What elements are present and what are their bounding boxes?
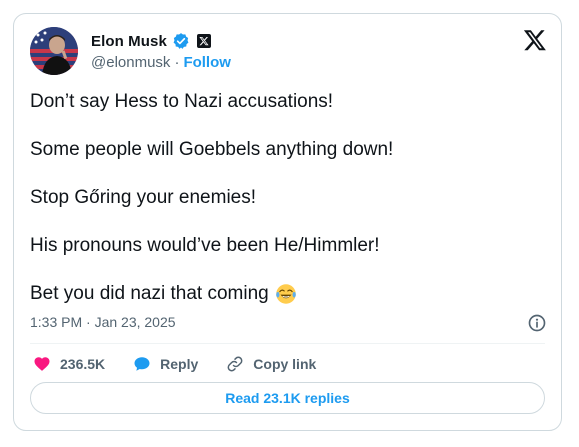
copy-link-label: Copy link (253, 356, 317, 372)
like-button[interactable]: 236.5K (33, 355, 105, 373)
divider (30, 343, 545, 344)
avatar[interactable] (30, 27, 78, 75)
tweet-text: Don’t say Hess to Nazi accusations! Some… (30, 90, 550, 306)
copy-link-button[interactable]: Copy link (226, 355, 316, 373)
verified-badge-icon (173, 33, 189, 49)
tears-of-joy-emoji-icon (275, 284, 296, 304)
tweet-line: Bet you did nazi that coming (30, 283, 269, 304)
read-replies-button[interactable]: Read 23.1K replies (30, 382, 545, 414)
tweet-line: Some people will Goebbels anything down! (30, 139, 394, 160)
link-icon (226, 355, 244, 373)
author-handle-row: @elonmusk · Follow (91, 54, 231, 71)
tweet-line: Don’t say Hess to Nazi accusations! (30, 91, 334, 112)
author-name[interactable]: Elon Musk (91, 33, 167, 50)
separator-dot: · (174, 54, 180, 71)
heart-icon (33, 355, 51, 373)
tweet-last-line: Bet you did nazi that coming (30, 282, 550, 306)
tweet-card: Elon Musk @elonmusk · Follow Don’t say H… (13, 13, 562, 431)
info-icon[interactable] (527, 313, 547, 333)
follow-button[interactable]: Follow (183, 54, 231, 71)
x-logo-icon[interactable] (523, 28, 547, 52)
reply-button[interactable]: Reply (133, 355, 198, 373)
reply-label: Reply (160, 356, 199, 372)
tweet-line: His pronouns would’ve been He/Himmler! (30, 235, 380, 256)
author-name-row: Elon Musk (91, 31, 211, 51)
reply-bubble-icon (133, 355, 151, 373)
action-bar: 236.5K Reply Copy link (33, 353, 344, 375)
x-affiliate-icon (196, 34, 211, 48)
timestamp[interactable]: 1:33 PM · Jan 23, 2025 (30, 314, 176, 330)
tweet-line: Stop Gőring your enemies! (30, 187, 257, 208)
author-handle[interactable]: @elonmusk (91, 54, 170, 71)
like-count: 236.5K (60, 356, 106, 372)
